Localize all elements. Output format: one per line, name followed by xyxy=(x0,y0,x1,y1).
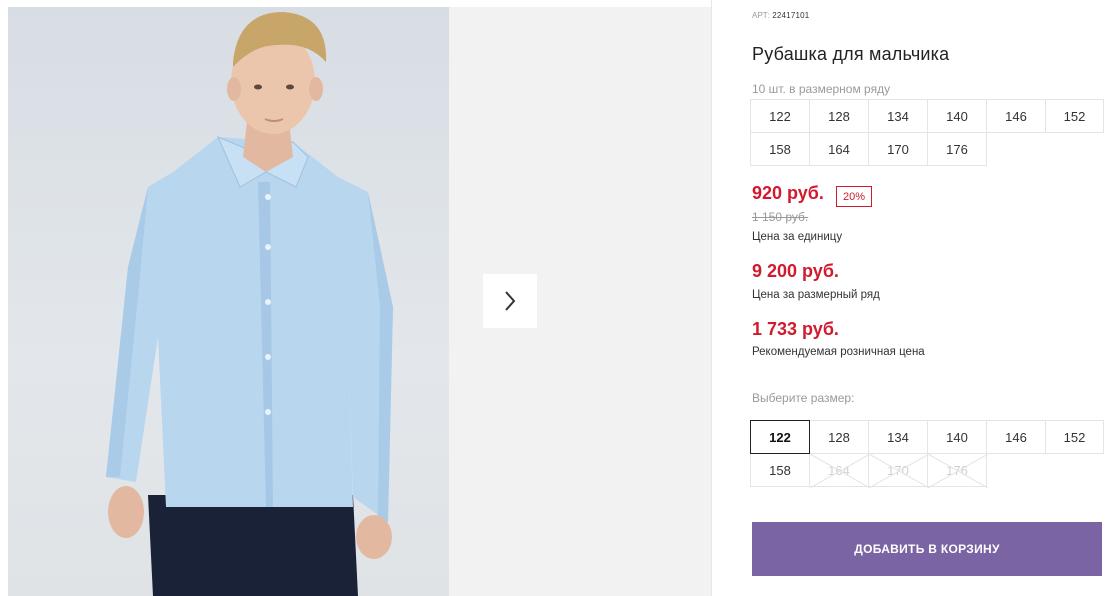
product-gallery xyxy=(8,7,711,596)
size-option-176: 176 xyxy=(927,453,988,488)
choose-size-label: Выберите размер: xyxy=(752,391,855,405)
panel-divider xyxy=(711,0,712,596)
product-title: Рубашка для мальчика xyxy=(752,44,950,64)
size-range-cell: 158 xyxy=(750,132,810,166)
product-info-panel: АРТ: 22417101 Рубашка для мальчика 10 шт.… xyxy=(750,0,1108,596)
size-range-cell: 122 xyxy=(750,99,810,133)
unit-price-caption: Цена за единицу xyxy=(752,231,843,243)
size-range-cell: 164 xyxy=(809,132,869,166)
size-range-cell: 146 xyxy=(986,99,1046,133)
size-option-164: 164 xyxy=(809,453,870,488)
size-option-122[interactable]: 122 xyxy=(750,420,810,454)
unavailable-cross-icon xyxy=(810,454,870,488)
size-option-128[interactable]: 128 xyxy=(809,420,869,454)
size-range-grid: 122 128 134 140 146 152 158 164 170 176 xyxy=(750,99,1108,166)
size-range-price: 9 200 руб. xyxy=(752,261,839,281)
size-range-cell: 152 xyxy=(1045,99,1104,133)
size-range-count: 10 шт. в размерном ряду xyxy=(752,82,891,96)
size-option-134[interactable]: 134 xyxy=(868,420,928,454)
chevron-right-icon xyxy=(505,291,516,311)
article-value: 22417101 xyxy=(772,11,810,20)
size-range-cell: 176 xyxy=(927,132,987,166)
boy-in-shirt-image xyxy=(106,12,393,596)
size-option-140[interactable]: 140 xyxy=(927,420,987,454)
next-image-button[interactable] xyxy=(483,274,537,328)
size-selector: 122 128 134 140 146 152 158 164 170 176 xyxy=(750,420,1108,488)
size-range-price-caption: Цена за размерный ряд xyxy=(752,289,880,301)
size-range-cell: 140 xyxy=(927,99,987,133)
discount-badge: 20% xyxy=(836,186,872,207)
size-range-cell: 128 xyxy=(809,99,869,133)
unavailable-cross-icon xyxy=(869,454,929,488)
size-range-cell: 134 xyxy=(868,99,928,133)
unit-price: 920 руб. xyxy=(752,183,824,203)
size-option-152[interactable]: 152 xyxy=(1045,420,1104,454)
unavailable-cross-icon xyxy=(928,454,988,488)
size-option-158[interactable]: 158 xyxy=(750,453,810,487)
size-option-146[interactable]: 146 xyxy=(986,420,1046,454)
size-range-cell: 170 xyxy=(868,132,928,166)
retail-price-caption: Рекомендуемая розничная цена xyxy=(752,346,925,358)
product-photo[interactable] xyxy=(8,7,449,596)
retail-price: 1 733 руб. xyxy=(752,319,839,339)
article-number: АРТ: 22417101 xyxy=(752,11,809,20)
add-to-cart-button[interactable]: ДОБАВИТЬ В КОРЗИНУ xyxy=(752,522,1102,576)
article-label: АРТ: xyxy=(752,11,771,20)
size-option-170: 170 xyxy=(868,453,929,488)
old-price: 1 150 руб. xyxy=(752,210,809,224)
